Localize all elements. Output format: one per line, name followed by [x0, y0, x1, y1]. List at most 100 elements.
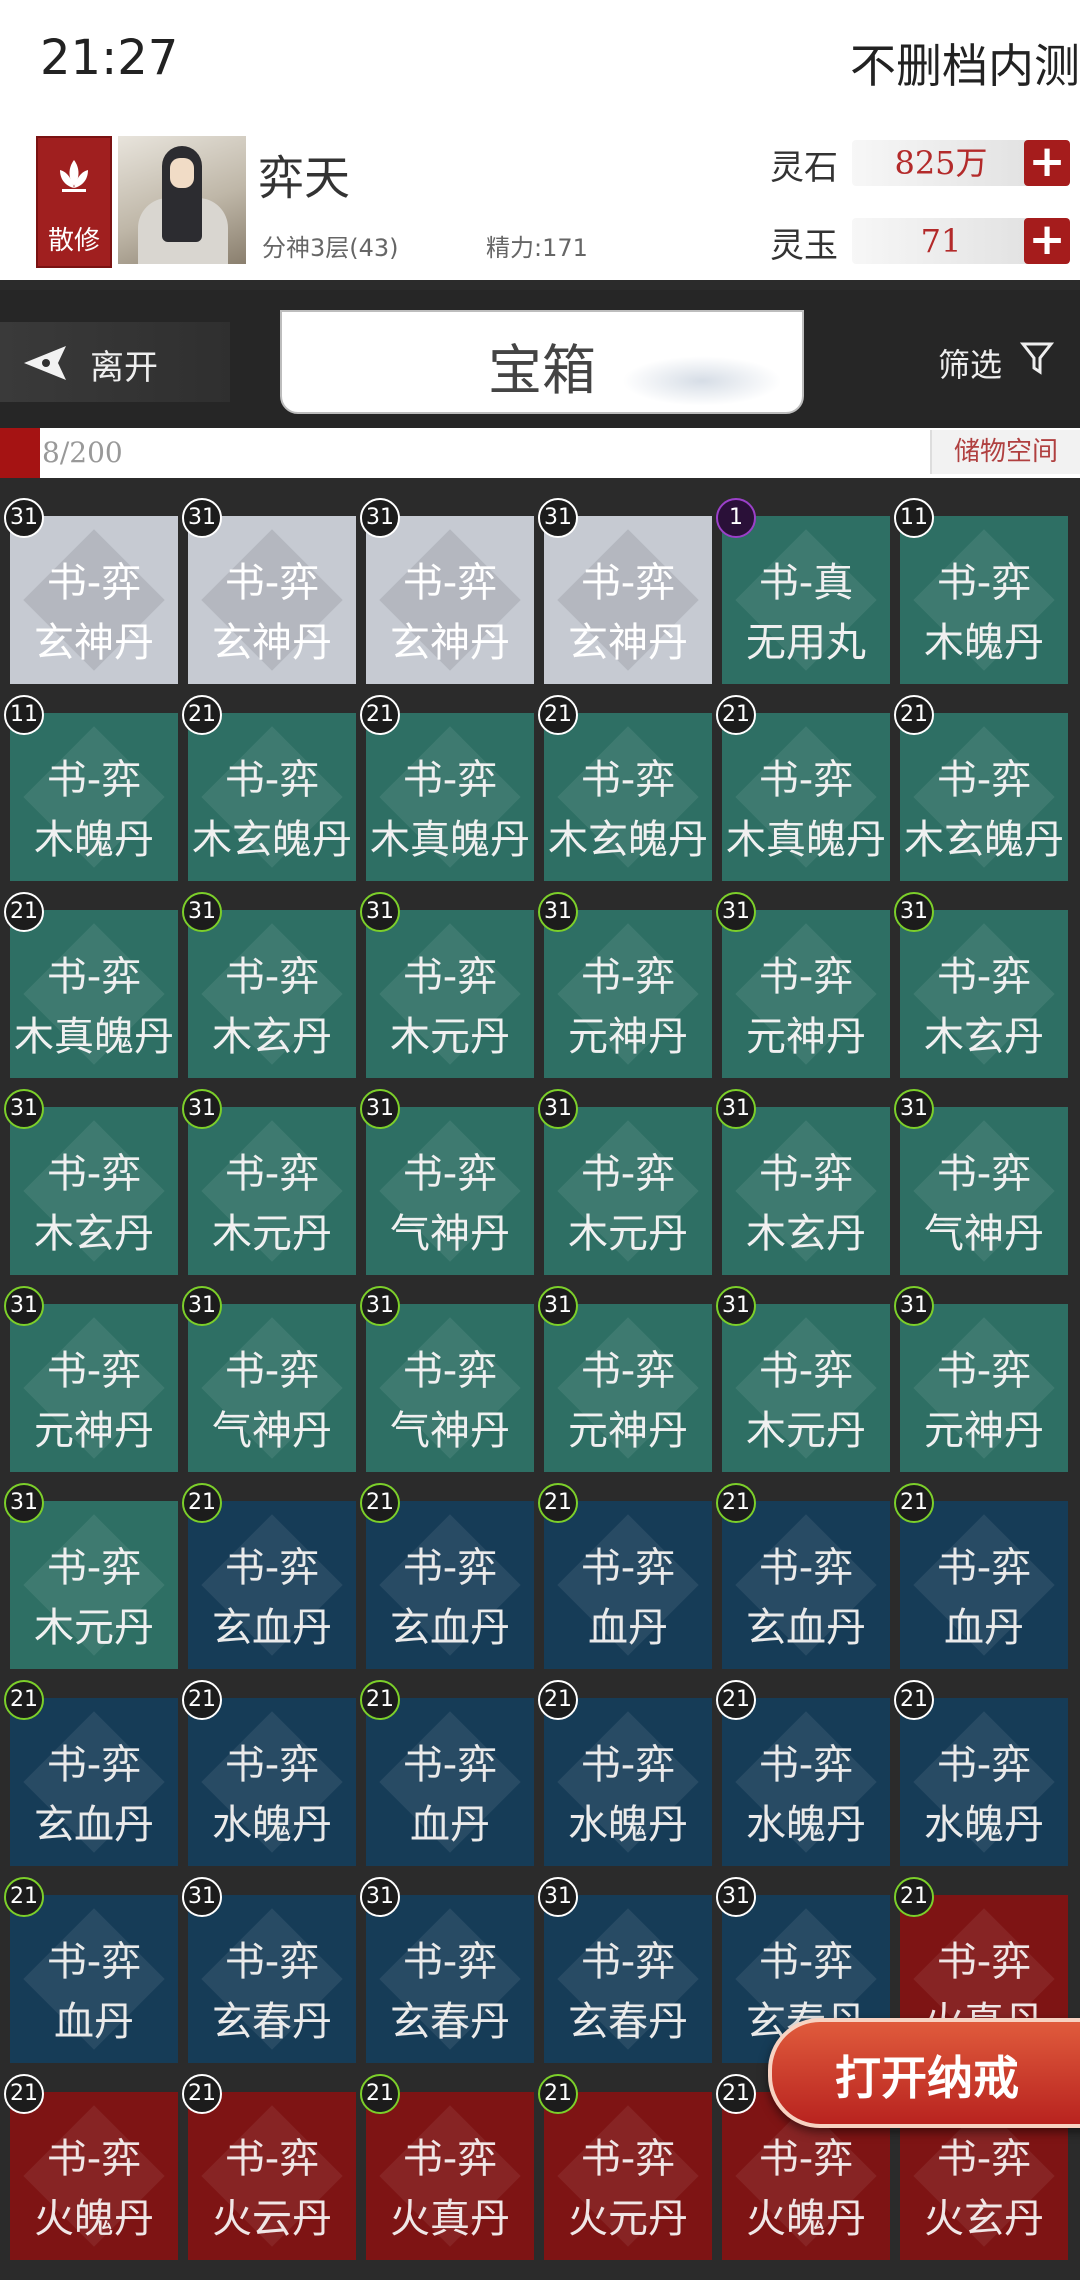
item-name-line2: 水魄丹	[746, 1802, 866, 1848]
item-name-line2: 火魄丹	[746, 2196, 866, 2242]
item-cell[interactable]: 书-弈 玄血丹	[10, 1698, 178, 1866]
item-name-line2: 元神丹	[746, 1014, 866, 1060]
item-cell[interactable]: 书-弈 元神丹	[722, 910, 890, 1078]
level-badge: 21	[716, 695, 756, 735]
item-name-line1: 书-弈	[46, 560, 142, 606]
item-cell[interactable]: 书-弈 血丹	[900, 1501, 1068, 1669]
item-name-line1: 书-弈	[936, 1545, 1032, 1591]
item-name-line1: 书-弈	[402, 1742, 498, 1788]
add-spirit-jade-button[interactable]: +	[1024, 218, 1070, 264]
item-name-line2: 玄春丹	[390, 1999, 510, 2045]
item-cell[interactable]: 书-弈 玄血丹	[366, 1501, 534, 1669]
storage-space-button[interactable]: 储物空间	[930, 430, 1080, 474]
player-name: 弈天	[258, 151, 350, 205]
add-spirit-stone-button[interactable]: +	[1024, 140, 1070, 186]
item-cell[interactable]: 书-弈 元神丹	[544, 1304, 712, 1472]
spirit-stone-label: 灵石	[770, 148, 838, 188]
filter-icon[interactable]	[1020, 340, 1054, 376]
item-name-line1: 书-真	[758, 560, 854, 606]
item-name-line2: 木魄丹	[34, 817, 154, 863]
item-cell[interactable]: 书-弈 木玄丹	[722, 1107, 890, 1275]
item-cell[interactable]: 书-弈 水魄丹	[722, 1698, 890, 1866]
open-ring-button[interactable]: 打开纳戒	[768, 2018, 1080, 2128]
item-name-line1: 书-弈	[580, 1939, 676, 1985]
item-cell[interactable]: 书-弈玄春丹	[544, 1895, 712, 2063]
item-cell[interactable]: 书-弈 元神丹	[544, 910, 712, 1078]
item-cell[interactable]: 书-弈火真丹	[366, 2092, 534, 2260]
item-name-line1: 书-弈	[224, 1151, 320, 1197]
filter-label[interactable]: 筛选	[938, 340, 1002, 386]
item-cell[interactable]: 书-弈 血丹	[10, 1895, 178, 2063]
level-badge: 21	[182, 695, 222, 735]
item-cell[interactable]: 书-弈 木元丹	[10, 1501, 178, 1669]
item-name-line2: 玄神丹	[34, 620, 154, 666]
level-badge: 21	[538, 695, 578, 735]
item-name-line1: 书-弈	[224, 1742, 320, 1788]
item-name-line1: 书-弈	[224, 2136, 320, 2182]
item-name-line2: 玄血丹	[746, 1605, 866, 1651]
item-cell[interactable]: 书-弈 玄血丹	[722, 1501, 890, 1669]
item-cell[interactable]: 书-弈 木魄丹	[900, 516, 1068, 684]
item-cell[interactable]: 书-弈 气神丹	[366, 1304, 534, 1472]
item-cell[interactable]: 书-弈 血丹	[544, 1501, 712, 1669]
item-name-line1: 书-弈	[936, 2136, 1032, 2182]
item-cell[interactable]: 书-弈 木元丹	[366, 910, 534, 1078]
item-cell[interactable]: 书-弈 水魄丹	[900, 1698, 1068, 1866]
item-cell[interactable]: 书-弈 元神丹	[900, 1304, 1068, 1472]
item-cell[interactable]: 书-弈玄神丹	[10, 516, 178, 684]
item-cell[interactable]: 书-弈玄春丹	[366, 1895, 534, 2063]
item-cell[interactable]: 书-弈 木元丹	[722, 1304, 890, 1472]
item-cell[interactable]: 书-弈玄春丹	[188, 1895, 356, 2063]
item-name-line2: 玄血丹	[34, 1802, 154, 1848]
status-right-text: 不删档内测	[850, 39, 1080, 93]
item-cell[interactable]: 书-弈 元神丹	[10, 1304, 178, 1472]
item-cell[interactable]: 书-弈 玄血丹	[188, 1501, 356, 1669]
item-cell[interactable]: 书-弈 木元丹	[188, 1107, 356, 1275]
item-cell[interactable]: 书-弈 水魄丹	[188, 1698, 356, 1866]
item-name-line2: 气神丹	[924, 1211, 1044, 1257]
item-cell[interactable]: 书-弈 木元丹	[544, 1107, 712, 1275]
level-badge: 21	[360, 1680, 400, 1720]
player-header: 散修 弈天 分神3层(43) 精力:171 灵石 825万 + 灵玉 71 +	[0, 120, 1080, 280]
item-name-line1: 书-弈	[402, 1545, 498, 1591]
item-name-line2: 玄神丹	[568, 620, 688, 666]
item-name-line1: 书-弈	[758, 1151, 854, 1197]
item-name-line1: 书-弈	[936, 1151, 1032, 1197]
sect-badge[interactable]: 散修	[36, 136, 112, 268]
item-cell[interactable]: 书-弈 木真魄丹	[10, 910, 178, 1078]
item-name-line2: 水魄丹	[924, 1802, 1044, 1848]
spirit-stone-value: 825万	[852, 140, 1030, 186]
item-cell[interactable]: 书-弈 血丹	[366, 1698, 534, 1866]
leave-label[interactable]: 离开	[90, 340, 158, 389]
item-name-line2: 元神丹	[568, 1014, 688, 1060]
item-cell[interactable]: 书-弈 气神丹	[188, 1304, 356, 1472]
item-cell[interactable]: 书-真 无用丸	[722, 516, 890, 684]
item-cell[interactable]: 书-弈 火魄丹	[10, 2092, 178, 2260]
item-cell[interactable]: 书-弈气神丹	[900, 1107, 1068, 1275]
level-badge: 21	[4, 1680, 44, 1720]
item-cell[interactable]: 书-弈 木玄魄丹	[188, 713, 356, 881]
item-cell[interactable]: 书-弈 木玄魄丹	[544, 713, 712, 881]
item-cell[interactable]: 书-弈 木真魄丹	[366, 713, 534, 881]
item-cell[interactable]: 书-弈 玄神丹	[366, 516, 534, 684]
item-cell[interactable]: 书-弈 木玄丹	[188, 910, 356, 1078]
item-cell[interactable]: 书-弈 木真魄丹	[722, 713, 890, 881]
back-arrow-icon	[24, 346, 66, 380]
item-cell[interactable]: 书-弈 火云丹	[188, 2092, 356, 2260]
item-name-line1: 书-弈	[936, 757, 1032, 803]
item-name-line2: 气神丹	[390, 1211, 510, 1257]
item-cell[interactable]: 书-弈 玄神丹	[188, 516, 356, 684]
item-name-line1: 书-弈	[580, 1545, 676, 1591]
level-badge: 31	[182, 892, 222, 932]
item-cell[interactable]: 书-弈 水魄丹	[544, 1698, 712, 1866]
level-badge: 21	[538, 2074, 578, 2114]
item-cell[interactable]: 书-弈 木玄丹	[10, 1107, 178, 1275]
item-cell[interactable]: 书-弈 木玄魄丹	[900, 713, 1068, 881]
avatar[interactable]	[118, 136, 246, 264]
item-cell[interactable]: 书-弈 火元丹	[544, 2092, 712, 2260]
item-cell[interactable]: 书-弈 气神丹	[366, 1107, 534, 1275]
item-cell[interactable]: 书-弈 木魄丹	[10, 713, 178, 881]
item-cell[interactable]: 书-弈 木玄丹	[900, 910, 1068, 1078]
level-badge: 31	[360, 498, 400, 538]
item-cell[interactable]: 书-弈 玄神丹	[544, 516, 712, 684]
